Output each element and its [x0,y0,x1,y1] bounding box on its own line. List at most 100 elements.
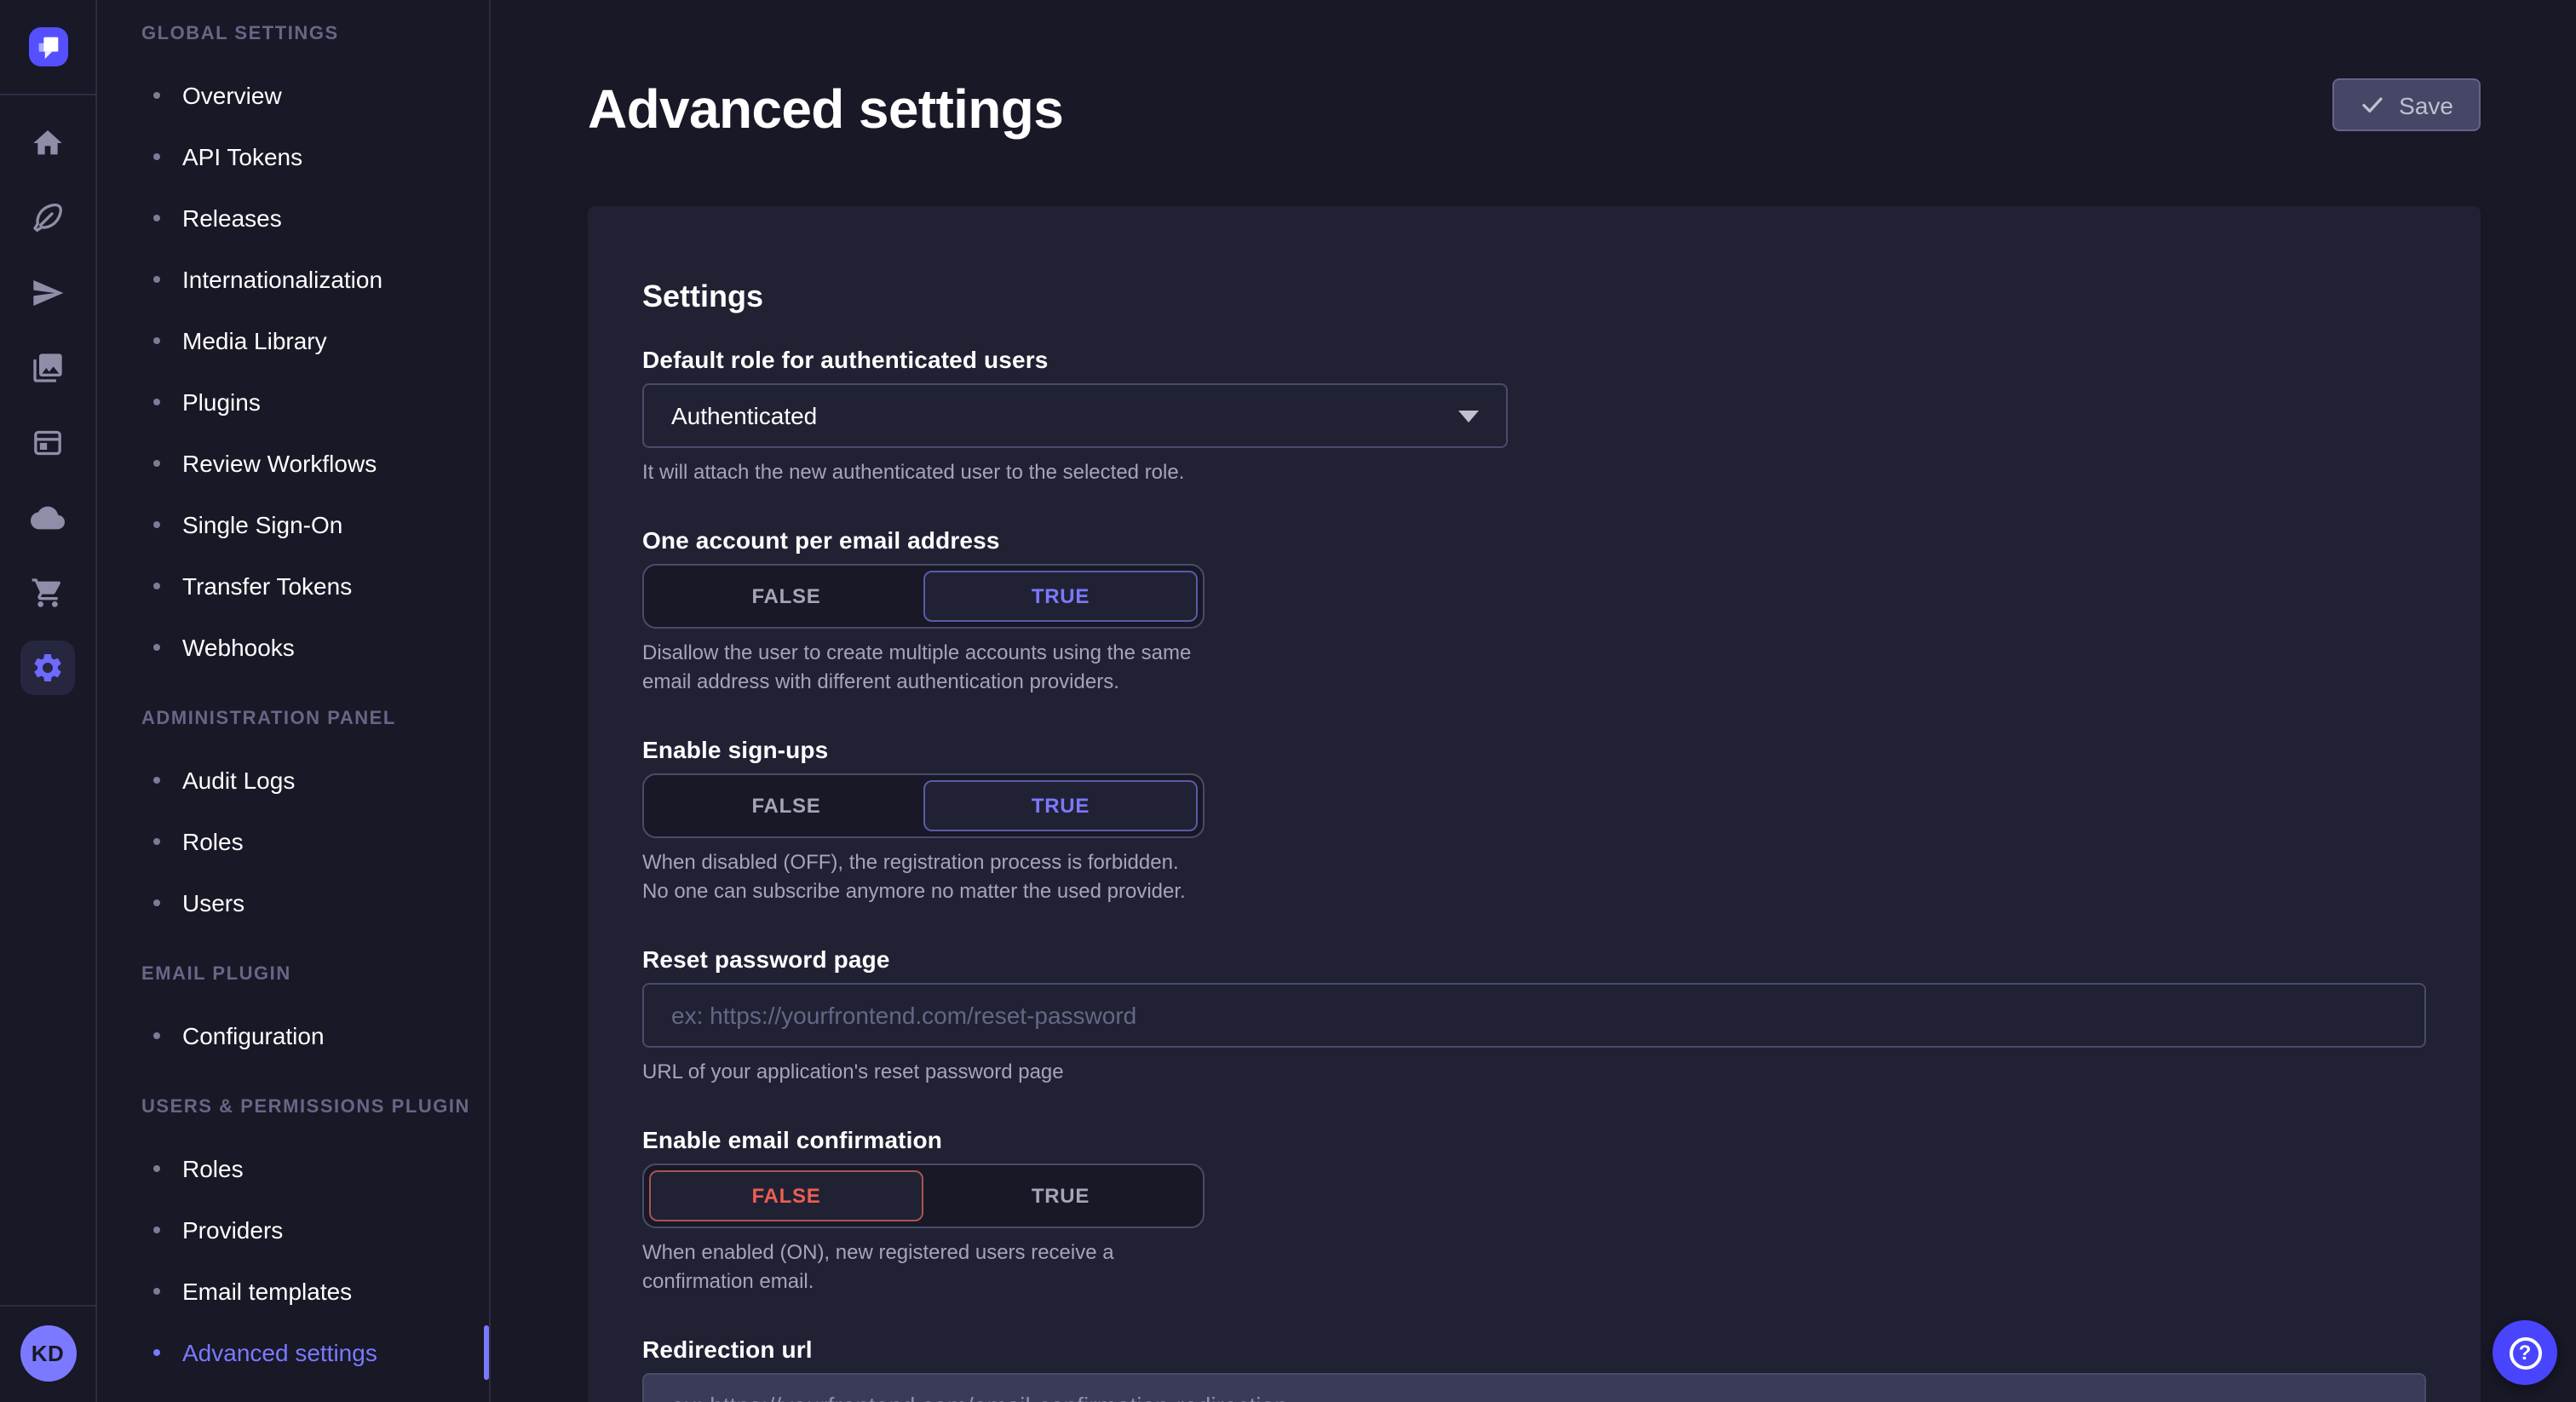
sidebar-item-label: Releases [182,204,282,232]
sidebar-item-label: Plugins [182,388,261,416]
feather-pen-icon[interactable] [20,191,75,245]
workspace-logo-block[interactable] [0,0,95,95]
sidebar-item-label: Roles [182,828,244,855]
sidebar-item-single-sign-on[interactable]: Single Sign-On [97,494,489,555]
strapi-logo [28,27,67,66]
toggle-option-true[interactable]: TRUE [923,781,1198,832]
sidebar-item-label: Configuration [182,1022,325,1049]
bullet-icon [153,1032,160,1039]
bullet-icon [153,644,160,651]
bullet-icon [153,215,160,221]
sidebar-section-global-settings: GLOBAL SETTINGS [97,20,489,48]
sidebar-item-label: Roles [182,1155,244,1182]
shopping-cart-icon[interactable] [20,566,75,620]
help-button[interactable]: ? [2493,1320,2557,1385]
one-account-per-email-toggle: FALSE TRUE [642,565,1205,629]
sidebar-item-admin-users[interactable]: Users [97,872,489,934]
check-icon [2360,93,2385,118]
card-heading: Settings [642,277,2426,318]
bullet-icon [153,399,160,405]
sidebar-section-email-plugin: EMAIL PLUGIN [97,961,489,988]
sidebar-item-up-roles[interactable]: Roles [97,1138,489,1199]
save-button[interactable]: Save [2332,79,2481,132]
save-button-label: Save [2399,92,2453,119]
field-enable-email-confirmation: Enable email confirmation FALSE TRUE Whe… [642,1125,1205,1297]
sidebar-item-email-templates[interactable]: Email templates [97,1261,489,1322]
field-label: Redirection url [642,1335,2426,1365]
home-icon[interactable] [20,116,75,170]
bullet-icon [153,337,160,344]
toggle-option-false[interactable]: FALSE [649,781,923,832]
media-library-icon[interactable] [20,341,75,395]
sidebar-item-releases[interactable]: Releases [97,187,489,249]
sidebar-item-plugins[interactable]: Plugins [97,371,489,433]
page-header: Advanced settings Save [588,78,2481,207]
bullet-icon [153,1288,160,1295]
sidebar-item-media-library[interactable]: Media Library [97,310,489,371]
layout-icon[interactable] [20,416,75,470]
sidebar-item-label: Overview [182,82,282,109]
avatar[interactable]: KD [20,1325,76,1382]
sidebar-item-internationalization[interactable]: Internationalization [97,249,489,310]
toggle-option-true[interactable]: TRUE [923,572,1198,623]
toggle-option-false[interactable]: FALSE [649,1171,923,1222]
bullet-icon [153,1349,160,1356]
bullet-icon [153,838,160,845]
toggle-option-true[interactable]: TRUE [923,1171,1198,1222]
rail-footer: KD [0,1305,95,1402]
toggle-option-false[interactable]: FALSE [649,572,923,623]
sidebar-item-overview[interactable]: Overview [97,65,489,126]
field-hint: When enabled (ON), new registered users … [642,1239,1205,1297]
sidebar-item-label: Internationalization [182,266,382,293]
settings-gear-icon[interactable] [20,641,75,695]
sidebar-item-audit-logs[interactable]: Audit Logs [97,750,489,811]
paper-plane-icon[interactable] [20,266,75,320]
sidebar-item-transfer-tokens[interactable]: Transfer Tokens [97,555,489,617]
bullet-icon [153,92,160,99]
sidebar-item-label: Media Library [182,327,327,354]
default-role-select[interactable]: Authenticated [642,384,1508,449]
sidebar-item-webhooks[interactable]: Webhooks [97,617,489,678]
enable-sign-ups-toggle: FALSE TRUE [642,774,1205,839]
reset-password-page-input[interactable] [642,984,2426,1049]
bullet-icon [153,1165,160,1172]
field-label: Reset password page [642,945,2426,975]
field-label: Enable sign-ups [642,735,1205,766]
sidebar-item-label: Audit Logs [182,767,295,794]
app-viewport: KD GLOBAL SETTINGS Overview API Tokens R… [0,0,2576,1402]
sidebar-item-label: API Tokens [182,143,302,170]
field-redirection-url: Redirection url [642,1335,2426,1402]
bullet-icon [153,1227,160,1233]
field-default-role: Default role for authenticated users Aut… [642,345,1508,488]
field-hint: It will attach the new authenticated use… [642,459,1508,488]
sidebar-item-label: Advanced settings [182,1339,377,1366]
field-hint: Disallow the user to create multiple acc… [642,640,1205,698]
sidebar-item-label: Webhooks [182,634,295,661]
sidebar-item-api-tokens[interactable]: API Tokens [97,126,489,187]
cloud-icon[interactable] [20,491,75,545]
bullet-icon [153,153,160,160]
bullet-icon [153,521,160,528]
bullet-icon [153,460,160,467]
redirection-url-input[interactable] [642,1374,2426,1402]
sidebar-section-administration-panel: ADMINISTRATION PANEL [97,705,489,733]
sidebar-item-label: Users [182,889,244,916]
sidebar-item-email-configuration[interactable]: Configuration [97,1005,489,1066]
bullet-icon [153,276,160,283]
field-hint: When disabled (OFF), the registration pr… [642,849,1205,907]
sidebar-item-providers[interactable]: Providers [97,1199,489,1261]
sidebar-item-admin-roles[interactable]: Roles [97,811,489,872]
question-mark-icon: ? [2509,1336,2541,1369]
sidebar-item-label: Review Workflows [182,450,377,477]
field-one-account-per-email: One account per email address FALSE TRUE… [642,526,1205,698]
settings-sidebar: GLOBAL SETTINGS Overview API Tokens Rele… [97,0,491,1402]
select-value: Authenticated [671,403,817,430]
main-content: Advanced settings Save Settings Default … [492,0,2576,1402]
bullet-icon [153,777,160,784]
sidebar-item-review-workflows[interactable]: Review Workflows [97,433,489,494]
sidebar-item-label: Transfer Tokens [182,572,352,600]
chevron-down-icon [1458,411,1479,422]
bullet-icon [153,583,160,589]
sidebar-item-advanced-settings[interactable]: Advanced settings [97,1322,489,1383]
field-label: Enable email confirmation [642,1125,1205,1156]
